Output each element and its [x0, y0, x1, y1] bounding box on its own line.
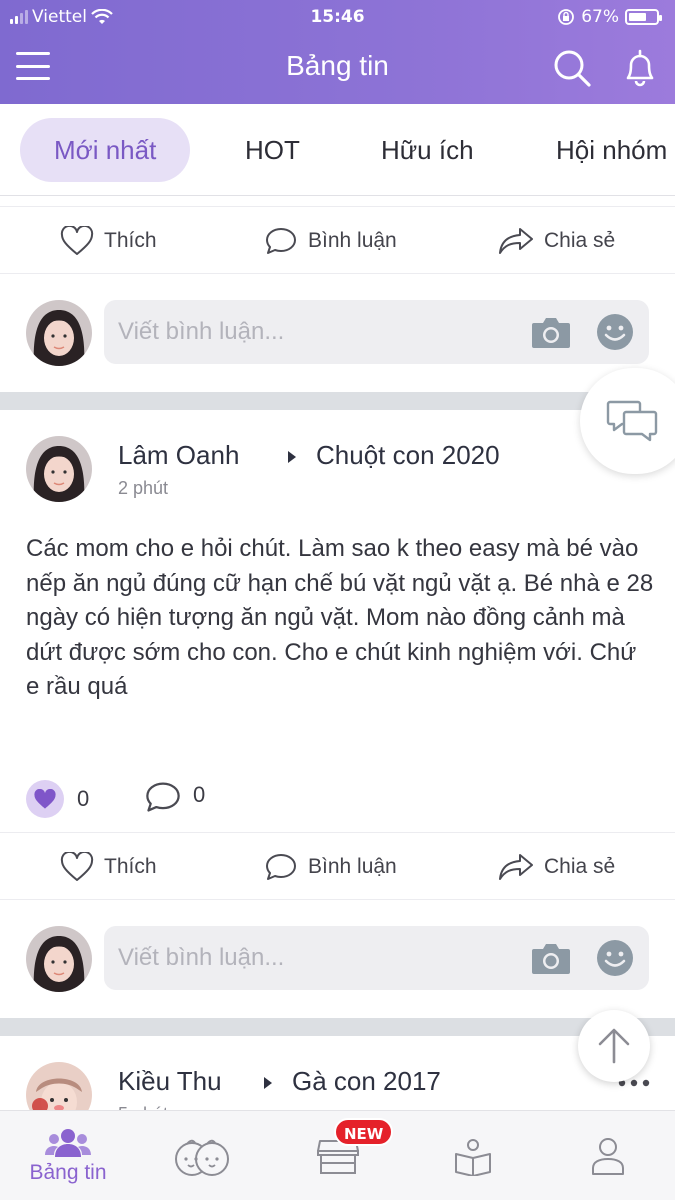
post-group-name[interactable]: Gà con 2017: [292, 1066, 441, 1097]
arrow-up-icon: [598, 1028, 630, 1064]
chat-bubbles-icon: [606, 400, 658, 442]
tab-groups[interactable]: Hội nhóm: [556, 118, 667, 182]
comment-button[interactable]: Bình luận: [264, 833, 397, 901]
heart-filled-icon: [34, 789, 56, 809]
heart-icon: [60, 226, 94, 255]
comment-placeholder: Viết bình luận...: [118, 318, 285, 345]
baby-faces-icon: [175, 1139, 229, 1176]
comment-input[interactable]: Viết bình luận...: [104, 300, 649, 364]
like-count: 0: [77, 786, 90, 811]
comment-button[interactable]: Bình luận: [264, 207, 397, 275]
comment-icon: [266, 854, 296, 880]
camera-icon[interactable]: [530, 314, 572, 350]
tab-useful[interactable]: Hữu ích: [381, 118, 474, 182]
post-group-name[interactable]: Chuột con 2020: [316, 440, 500, 471]
comment-placeholder: Viết bình luận...: [118, 944, 285, 971]
like-label: Thích: [104, 855, 157, 878]
tab-newest[interactable]: Mới nhất: [20, 118, 191, 182]
caret-right-icon: [288, 451, 296, 463]
comment-count: 0: [193, 782, 206, 807]
user-icon: [592, 1138, 624, 1175]
reaction-badge[interactable]: [26, 780, 64, 818]
post-author-name[interactable]: Lâm Oanh: [118, 440, 239, 471]
nav-item-learn[interactable]: [448, 1111, 498, 1200]
nav-item-feed[interactable]: Bảng tin: [16, 1111, 120, 1200]
scroll-to-top-button[interactable]: [578, 1010, 650, 1082]
post-action-bar: Thích Bình luận Chia sẻ: [0, 832, 675, 900]
tab-hot[interactable]: HOT: [245, 118, 300, 182]
post-action-bar: Thích Bình luận Chia sẻ: [0, 206, 675, 274]
book-reader-icon: [455, 1139, 491, 1176]
like-button[interactable]: Thích: [60, 833, 157, 901]
post-body: Các mom cho e hỏi chút. Làm sao k theo e…: [26, 535, 654, 701]
app-header: Viettel 15:46 67% Bảng tin: [0, 0, 675, 104]
battery-icon: [625, 9, 662, 25]
new-badge: NEW: [334, 1118, 394, 1146]
caret-right-icon: [264, 1077, 272, 1089]
post-author-name[interactable]: Kiều Thu: [118, 1066, 222, 1097]
post-separator: [0, 392, 675, 410]
comment-label: Bình luận: [308, 229, 397, 252]
post-author-avatar[interactable]: [26, 436, 92, 502]
like-button[interactable]: Thích: [60, 207, 157, 275]
nav-item-babies[interactable]: [170, 1111, 234, 1200]
avatar[interactable]: [26, 300, 92, 366]
bell-icon[interactable]: [620, 48, 660, 88]
like-label: Thích: [104, 229, 157, 252]
comment-row: Viết bình luận...: [0, 908, 675, 1008]
comment-icon: [266, 228, 296, 254]
status-right: 67%: [557, 7, 662, 27]
share-icon: [499, 854, 533, 880]
nav-item-profile[interactable]: [584, 1111, 632, 1200]
share-icon: [499, 228, 533, 254]
emoji-icon[interactable]: [596, 313, 634, 351]
feed-tabs: Mới nhất HOT Hữu ích Hội nhóm: [0, 104, 675, 196]
share-button[interactable]: Chia sẻ: [498, 207, 615, 275]
post-time: 2 phút: [118, 478, 169, 498]
users-icon: [45, 1129, 91, 1157]
comment-row: Viết bình luận...: [0, 282, 675, 382]
camera-icon[interactable]: [530, 940, 572, 976]
comment-count-icon[interactable]: [144, 780, 182, 814]
post-separator: [0, 1018, 675, 1036]
status-bar: Viettel 15:46 67%: [0, 6, 675, 30]
heart-icon: [60, 852, 94, 881]
battery-percent: 67%: [581, 7, 619, 27]
share-button[interactable]: Chia sẻ: [498, 833, 615, 901]
comment-input[interactable]: Viết bình luận...: [104, 926, 649, 990]
share-label: Chia sẻ: [544, 229, 616, 252]
comment-label: Bình luận: [308, 855, 397, 878]
emoji-icon[interactable]: [596, 939, 634, 977]
share-label: Chia sẻ: [544, 855, 616, 878]
search-icon[interactable]: [552, 48, 592, 88]
floating-chat-button[interactable]: [580, 368, 675, 474]
orientation-lock-icon: [558, 9, 575, 25]
nav-label-feed: Bảng tin: [29, 1161, 107, 1184]
avatar[interactable]: [26, 926, 92, 992]
